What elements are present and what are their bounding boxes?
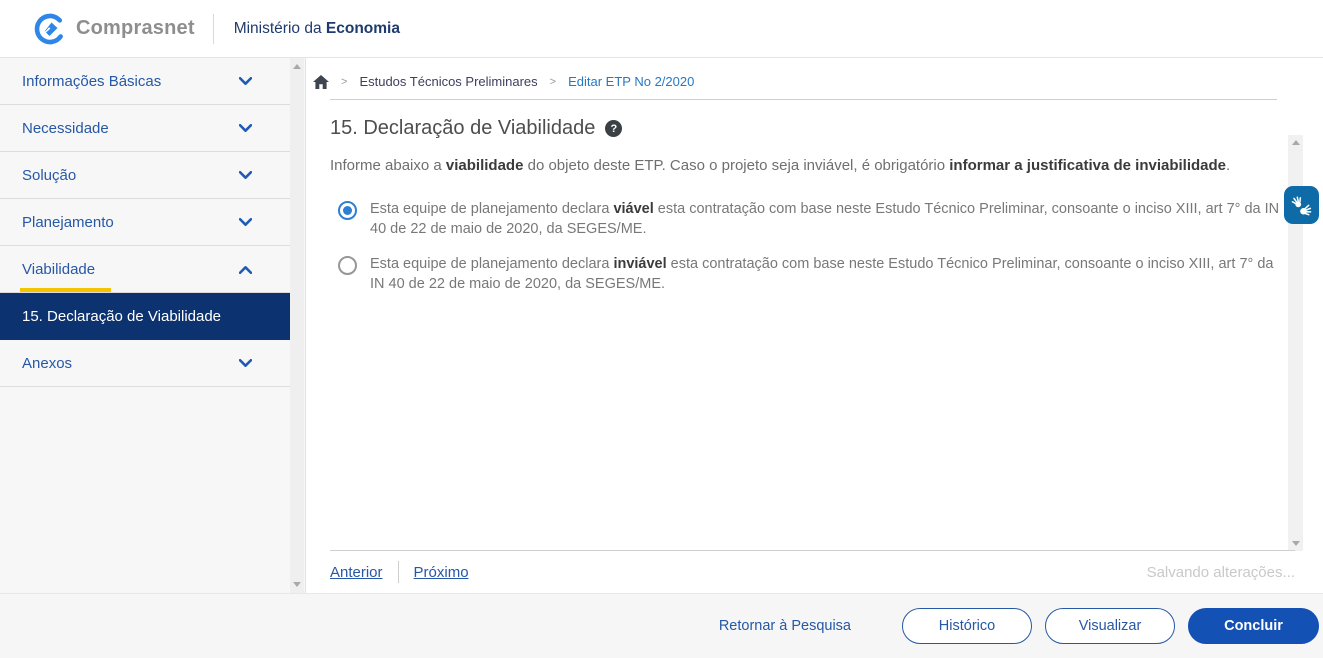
history-button[interactable]: Histórico <box>902 608 1032 644</box>
ministry-title: Ministério da Economia <box>233 19 400 37</box>
preview-button[interactable]: Visualizar <box>1045 608 1175 644</box>
scroll-up-arrow-icon[interactable] <box>293 64 301 69</box>
sidebar-navigation: Informações Básicas Necessidade Solução … <box>0 58 306 593</box>
scroll-up-arrow-icon[interactable] <box>1291 140 1300 145</box>
nav-divider <box>397 561 399 583</box>
radio-option-inviavel[interactable]: Esta equipe de planejamento declara invi… <box>338 254 1323 295</box>
footer-action-bar: Retornar à Pesquisa Histórico Visualizar… <box>0 593 1323 658</box>
breadcrumb-divider <box>330 99 1277 100</box>
intro-text: Informe abaixo a viabilidade do objeto d… <box>330 157 1231 174</box>
main-content: > Estudos Técnicos Preliminares > Editar… <box>306 58 1323 593</box>
radio-selected-icon[interactable] <box>338 200 357 220</box>
radio-option-inviavel-label: Esta equipe de planejamento declara invi… <box>370 255 1274 293</box>
radio-option-viavel-label: Esta equipe de planejamento declara viáv… <box>370 200 1280 238</box>
home-icon[interactable] <box>313 74 329 89</box>
return-to-search-link[interactable]: Retornar à Pesquisa <box>719 618 851 634</box>
radio-option-viavel[interactable]: Esta equipe de planejamento declara viáv… <box>338 199 1323 240</box>
comprasnet-logo[interactable]: Comprasnet <box>33 12 195 46</box>
sign-language-hands-icon <box>1290 194 1313 217</box>
breadcrumb: > Estudos Técnicos Preliminares > Editar… <box>306 58 1323 89</box>
sidebar-item-informacoes-basicas[interactable]: Informações Básicas <box>0 58 290 105</box>
vlibras-accessibility-button[interactable] <box>1284 186 1319 224</box>
sidebar-item-planejamento[interactable]: Planejamento <box>0 199 290 246</box>
sidebar-item-solucao[interactable]: Solução <box>0 152 290 199</box>
chevron-up-icon <box>239 265 252 274</box>
sidebar-scrollbar[interactable] <box>290 58 304 593</box>
scroll-down-arrow-icon[interactable] <box>293 582 301 587</box>
sidebar-item-declaracao-viabilidade-active[interactable]: 15. Declaração de Viabilidade <box>0 293 290 340</box>
active-section-indicator <box>20 288 111 292</box>
chevron-down-icon <box>239 170 252 179</box>
chevron-down-icon <box>239 358 252 367</box>
app-header: Comprasnet Ministério da Economia <box>0 0 1323 58</box>
sidebar-item-anexos[interactable]: Anexos <box>0 340 290 387</box>
breadcrumb-separator: > <box>549 75 557 88</box>
autosave-status: Salvando alterações... <box>1146 563 1295 581</box>
page-title: 15. Declaração de Viabilidade <box>330 117 596 139</box>
chevron-down-icon <box>239 217 252 226</box>
radio-unselected-icon[interactable] <box>338 255 357 275</box>
scroll-down-arrow-icon[interactable] <box>1291 541 1300 546</box>
sidebar-item-viabilidade[interactable]: Viabilidade <box>0 246 290 293</box>
brand-name: Comprasnet <box>76 17 195 39</box>
help-icon[interactable]: ? <box>605 120 623 137</box>
breadcrumb-item-editar-etp[interactable]: Editar ETP No 2/2020 <box>568 74 694 89</box>
sidebar-item-necessidade[interactable]: Necessidade <box>0 105 290 152</box>
breadcrumb-separator: > <box>341 75 348 88</box>
breadcrumb-item-etp[interactable]: Estudos Técnicos Preliminares <box>359 74 537 89</box>
header-divider <box>212 13 214 44</box>
previous-link[interactable]: Anterior <box>330 564 383 581</box>
chevron-down-icon <box>239 76 252 85</box>
next-link[interactable]: Próximo <box>414 564 469 581</box>
pagination-bar: Anterior Próximo Salvando alterações... <box>330 550 1295 583</box>
comprasnet-logo-icon <box>33 12 67 46</box>
chevron-down-icon <box>239 123 252 132</box>
conclude-button[interactable]: Concluir <box>1188 608 1319 644</box>
